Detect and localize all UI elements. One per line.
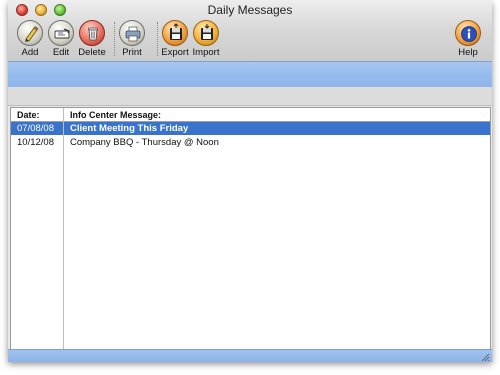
resize-grip-icon[interactable] [480,352,490,362]
header-band [8,61,492,88]
print-label: Print [122,47,142,58]
column-divider[interactable] [63,108,64,349]
delete-button[interactable]: Delete [70,20,114,60]
table-row[interactable]: 10/12/08 Company BBQ - Thursday @ Noon [11,136,490,149]
message-column-header[interactable]: Info Center Message: [70,110,161,120]
daily-messages-window: Daily Messages Add Edit Delete Print Exp… [8,0,492,362]
window-title: Daily Messages [207,3,293,17]
status-bar [8,349,492,362]
info-icon [455,20,481,46]
date-column-header[interactable]: Date: [17,110,40,120]
help-button[interactable]: Help [446,20,490,60]
help-label: Help [458,47,478,58]
row-date: 07/08/08 [17,123,54,134]
trash-icon [79,20,105,46]
import-button[interactable]: Import [184,20,228,60]
import-label: Import [192,47,220,58]
row-date: 10/12/08 [17,137,54,148]
table-header: Date: Info Center Message: [11,108,490,122]
import-disk-icon [193,20,219,46]
title-bar: Daily Messages Add Edit Delete Print Exp… [8,0,492,66]
messages-table[interactable]: Date: Info Center Message: 07/08/08 Clie… [10,107,491,350]
delete-label: Delete [78,47,106,58]
print-button[interactable]: Print [110,20,154,60]
table-row[interactable]: 07/08/08 Client Meeting This Friday [11,122,490,135]
printer-icon [119,20,145,46]
filter-bar [8,87,492,106]
row-message: Client Meeting This Friday [70,123,189,134]
row-message: Company BBQ - Thursday @ Noon [70,137,219,148]
